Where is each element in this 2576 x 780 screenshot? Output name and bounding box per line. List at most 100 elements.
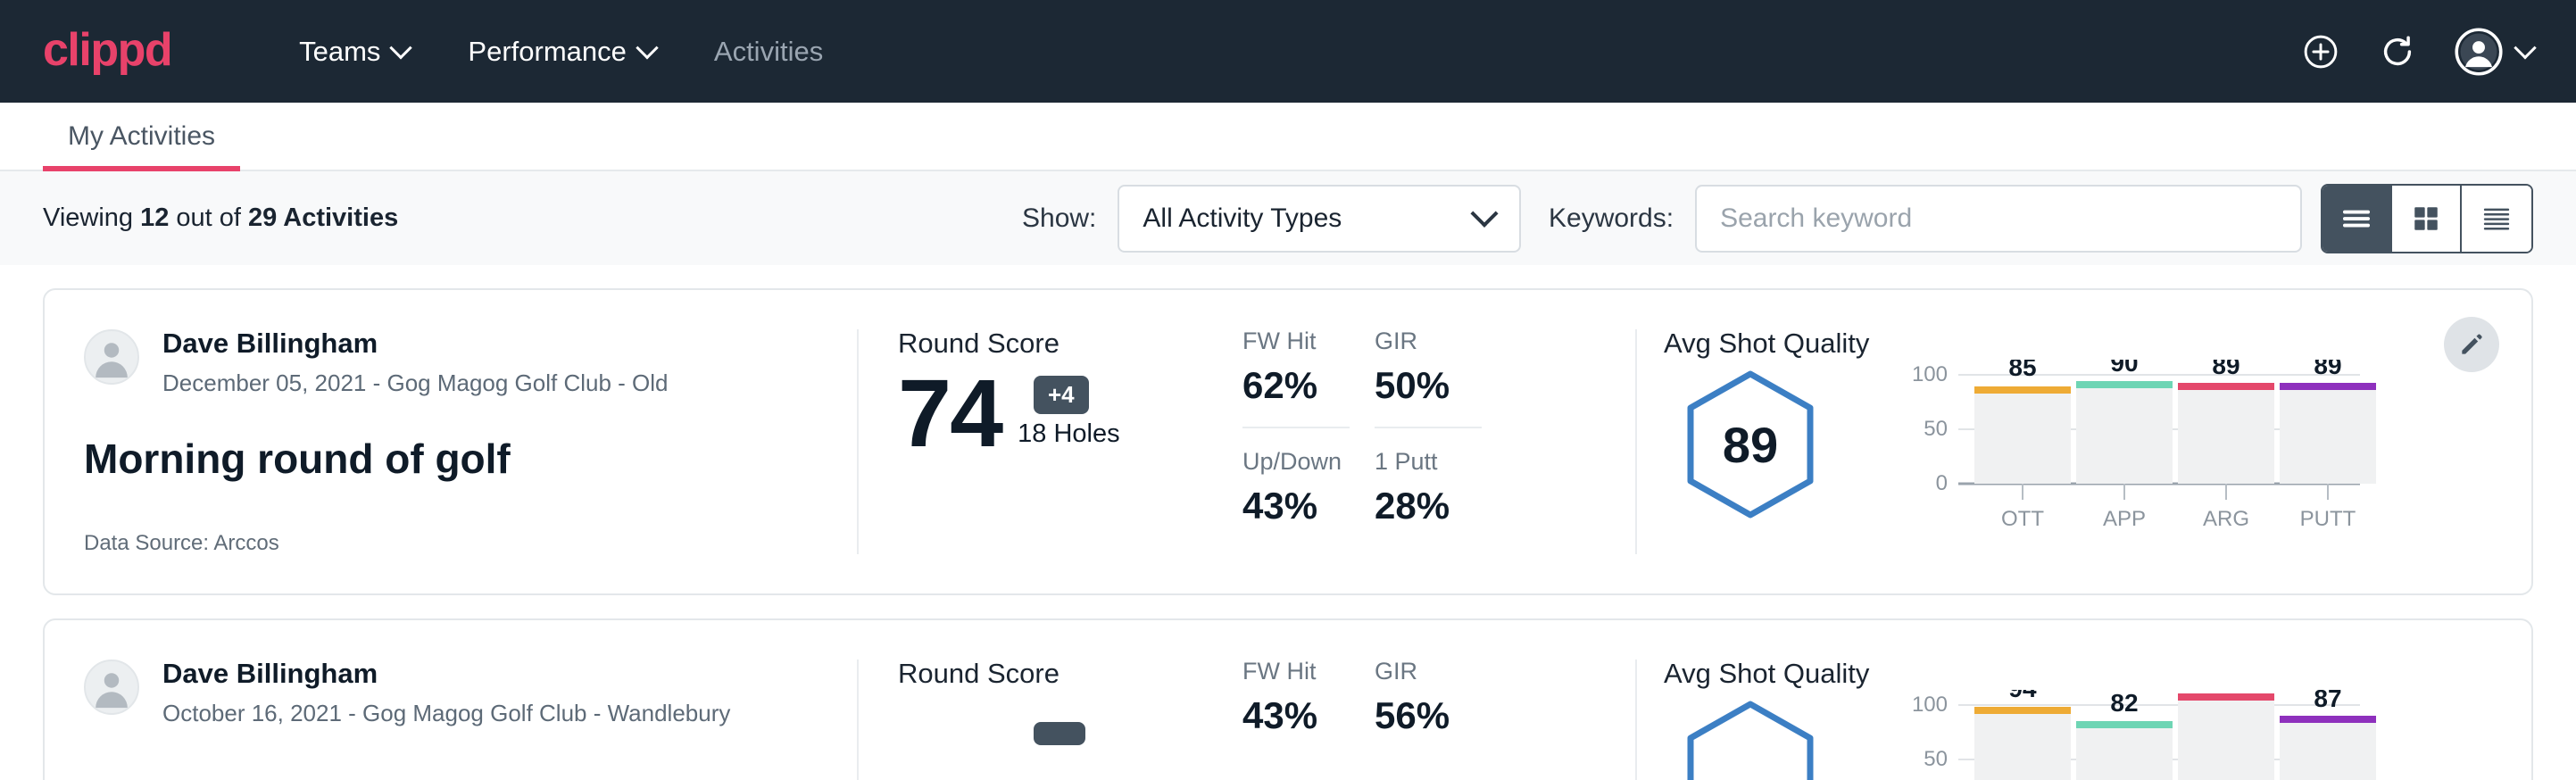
activity-meta: December 05, 2021 - Gog Magog Golf Club … bbox=[162, 369, 669, 397]
viewing-mid: out of bbox=[169, 203, 248, 232]
avatar-icon bbox=[2455, 28, 2503, 76]
round-stats: FW Hit 62% Up/Down 43% GIR 50% 1 Putt 28… bbox=[1242, 290, 1635, 593]
tab-strip: My Activities bbox=[0, 103, 2576, 171]
stat-value-fw-hit: 62% bbox=[1242, 364, 1375, 407]
y-tick-100: 100 bbox=[1912, 693, 1948, 717]
chevron-down-icon bbox=[636, 37, 658, 59]
keywords-group: Keywords: bbox=[1549, 185, 2302, 253]
player-identity: Dave Billingham October 16, 2021 - Gog M… bbox=[84, 660, 857, 727]
activity-type-select[interactable]: All Activity Types bbox=[1118, 185, 1521, 253]
holes-played: 18 Holes bbox=[1018, 419, 1119, 461]
bar-label-app: APP bbox=[2103, 507, 2146, 531]
search-input[interactable] bbox=[1695, 185, 2302, 253]
round-score-row: 74 +4 18 Holes bbox=[898, 365, 1242, 461]
account-menu[interactable] bbox=[2455, 28, 2533, 76]
activity-title: Morning round of golf bbox=[84, 435, 857, 483]
stat-value-gir: 56% bbox=[1375, 694, 1507, 737]
avg-shot-quality-label: Avg Shot Quality bbox=[1664, 328, 2531, 360]
stat-value-fw-hit: 43% bbox=[1242, 694, 1375, 737]
round-stats: FW Hit 43% GIR 56% bbox=[1242, 620, 1635, 780]
nav-item-teams[interactable]: Teams bbox=[270, 36, 438, 68]
stat-value-1-putt: 28% bbox=[1375, 485, 1507, 527]
nav-item-performance[interactable]: Performance bbox=[438, 36, 684, 68]
keywords-label: Keywords: bbox=[1549, 203, 1674, 234]
viewing-total: 29 Activities bbox=[248, 203, 398, 232]
list-icon bbox=[2339, 201, 2374, 236]
avg-shot-quality-block: Avg Shot Quality 89 100 50 0 bbox=[1637, 290, 2531, 593]
stat-label-up-down: Up/Down bbox=[1242, 448, 1375, 476]
nav-item-teams-label: Teams bbox=[299, 36, 380, 68]
shot-quality-chart: 100 50 0 85 OTT 90 bbox=[1896, 360, 2378, 543]
detail-view-button[interactable] bbox=[2462, 186, 2531, 252]
viewing-summary: Viewing 12 out of 29 Activities bbox=[43, 203, 398, 233]
grid-view-button[interactable] bbox=[2392, 186, 2462, 252]
nav-item-activities[interactable]: Activities bbox=[685, 36, 852, 68]
activity-card[interactable]: Dave Billingham October 16, 2021 - Gog M… bbox=[43, 618, 2533, 780]
quality-hexagon-value bbox=[1683, 699, 1817, 780]
score-differential-badge bbox=[1034, 722, 1085, 745]
activity-meta: October 16, 2021 - Gog Magog Golf Club -… bbox=[162, 700, 730, 727]
activity-data-source: Data Source: Arccos bbox=[84, 531, 279, 556]
tab-my-activities[interactable]: My Activities bbox=[43, 121, 240, 170]
stat-value-gir: 50% bbox=[1375, 364, 1507, 407]
divider bbox=[1375, 427, 1482, 428]
edit-activity-button[interactable] bbox=[2444, 317, 2499, 372]
bar-value-app: 90 bbox=[2110, 360, 2138, 377]
viewing-prefix: Viewing bbox=[43, 203, 140, 232]
stat-group-right: GIR 56% bbox=[1375, 658, 1507, 780]
bar-value-ott: 94 bbox=[2008, 690, 2037, 702]
view-mode-toggle bbox=[2321, 184, 2533, 253]
stat-group-left: FW Hit 43% bbox=[1242, 658, 1375, 780]
round-score-value: 74 bbox=[898, 365, 1001, 461]
bar-label-ott: OTT bbox=[2001, 507, 2044, 531]
navbar-actions bbox=[2301, 0, 2533, 103]
round-score-block: Round Score 74 +4 18 Holes bbox=[859, 290, 1242, 593]
avatar bbox=[84, 329, 139, 385]
bar-value-putt: 87 bbox=[2314, 690, 2341, 712]
avg-shot-quality-block: Avg Shot Quality 100 50 0 bbox=[1637, 620, 2531, 780]
score-differential-badge: +4 bbox=[1034, 376, 1089, 414]
stat-group-left: FW Hit 62% Up/Down 43% bbox=[1242, 328, 1375, 593]
round-score-block: Round Score bbox=[859, 620, 1242, 780]
stat-label-fw-hit: FW Hit bbox=[1242, 658, 1375, 685]
list-view-button[interactable] bbox=[2323, 186, 2392, 252]
activity-info: Dave Billingham December 05, 2021 - Gog … bbox=[45, 290, 857, 593]
activity-card[interactable]: Dave Billingham December 05, 2021 - Gog … bbox=[43, 288, 2533, 595]
brand-logo[interactable]: clippd bbox=[43, 27, 171, 77]
detail-list-icon bbox=[2479, 201, 2514, 236]
quality-hexagon: 89 bbox=[1683, 369, 1817, 525]
activity-type-select-value: All Activity Types bbox=[1143, 203, 1342, 234]
stat-label-gir: GIR bbox=[1375, 658, 1507, 685]
bar-value-ott: 85 bbox=[2008, 360, 2036, 381]
bar-label-putt: PUTT bbox=[2300, 507, 2356, 531]
app-root: clippd Teams Performance Activities bbox=[0, 0, 2576, 780]
bar-label-arg: ARG bbox=[2203, 507, 2249, 531]
show-label: Show: bbox=[1022, 203, 1096, 234]
grid-icon bbox=[2410, 203, 2442, 235]
add-icon[interactable] bbox=[2301, 32, 2340, 71]
pencil-icon bbox=[2457, 330, 2486, 359]
chevron-down-icon bbox=[390, 37, 412, 59]
stat-value-up-down: 43% bbox=[1242, 485, 1375, 527]
quality-hexagon-value: 89 bbox=[1683, 369, 1817, 520]
nav-item-performance-label: Performance bbox=[468, 36, 626, 68]
chevron-down-icon bbox=[1471, 199, 1499, 227]
bar-value-putt: 89 bbox=[2314, 360, 2341, 379]
activity-list: Dave Billingham December 05, 2021 - Gog … bbox=[0, 288, 2576, 780]
round-score-label: Round Score bbox=[898, 328, 1242, 360]
stat-label-fw-hit: FW Hit bbox=[1242, 328, 1375, 355]
stat-group-right: GIR 50% 1 Putt 28% bbox=[1375, 328, 1507, 593]
divider bbox=[1242, 427, 1350, 428]
y-tick-50: 50 bbox=[1924, 417, 1948, 441]
activity-info: Dave Billingham October 16, 2021 - Gog M… bbox=[45, 620, 857, 780]
y-tick-0: 0 bbox=[1936, 471, 1948, 495]
stat-label-1-putt: 1 Putt bbox=[1375, 448, 1507, 476]
y-tick-50: 50 bbox=[1924, 747, 1948, 771]
nav-item-activities-label: Activities bbox=[714, 36, 823, 68]
y-tick-100: 100 bbox=[1912, 362, 1948, 386]
player-name: Dave Billingham bbox=[162, 329, 669, 359]
primary-nav: Teams Performance Activities bbox=[270, 36, 852, 68]
top-navbar: clippd Teams Performance Activities bbox=[0, 0, 2576, 103]
avatar bbox=[84, 660, 139, 715]
refresh-icon[interactable] bbox=[2378, 32, 2417, 71]
